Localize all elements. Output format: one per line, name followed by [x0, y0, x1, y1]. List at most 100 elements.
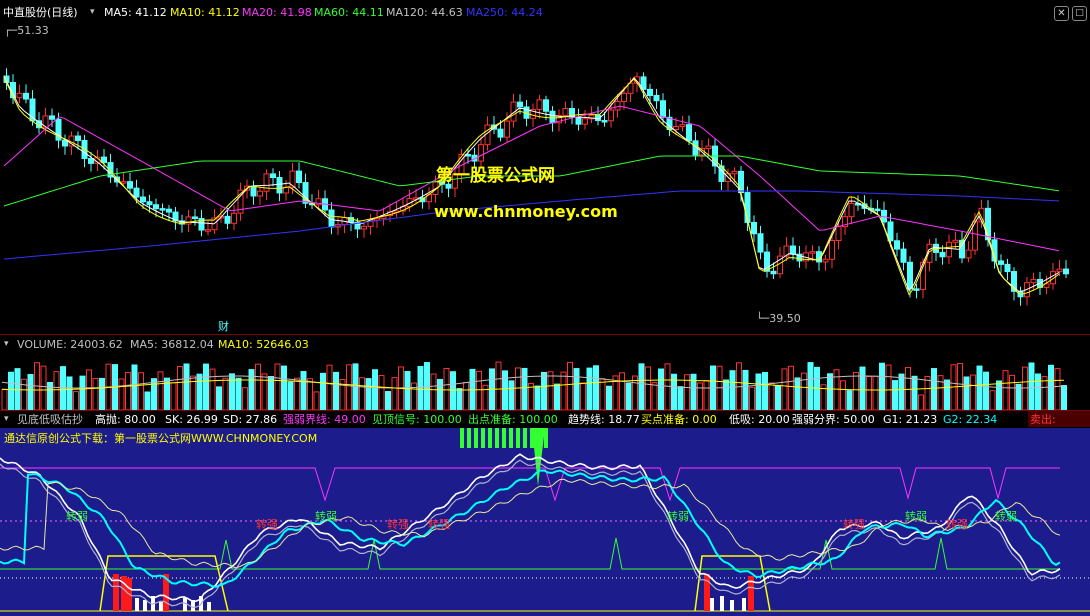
- indicator-param-top-signal: 见顶信号: 100.00: [372, 413, 462, 426]
- volume-bar: [313, 391, 320, 410]
- sell-badge: 卖出: 78.00: [1028, 411, 1090, 439]
- indicator-name: 见底低吸估抄: [17, 413, 83, 426]
- volume-bar: [677, 386, 684, 410]
- volume-bar: [1022, 366, 1028, 410]
- volume-bar: [177, 365, 183, 410]
- volume-bar: [840, 380, 846, 410]
- dip-bar: [207, 602, 211, 611]
- dip-bar: [143, 600, 147, 611]
- volume-bar: [625, 382, 632, 410]
- candle-body: [965, 249, 972, 259]
- volume-bar: [53, 371, 60, 410]
- volume-bar: [859, 366, 866, 410]
- volume-bar: [963, 376, 970, 410]
- candle-body: [257, 190, 263, 197]
- top-signal-bar: [474, 428, 478, 448]
- volume-bar: [593, 365, 599, 410]
- volume-ma5-label: MA5: 36812.04: [130, 338, 214, 351]
- volume-bar: [619, 372, 625, 410]
- volume-bar: [996, 380, 1002, 410]
- candle-body: [192, 216, 198, 220]
- volume-bar: [794, 377, 801, 410]
- volume-bar: [853, 371, 859, 410]
- indicator-param-strength-line: 强弱界线: 49.00: [283, 413, 366, 426]
- volume-bar: [638, 363, 645, 410]
- volume-bar: [8, 371, 14, 410]
- top-signal-bar: [467, 428, 471, 448]
- volume-bar: [274, 363, 281, 410]
- volume-bar: [989, 390, 996, 410]
- candle-body: [536, 99, 543, 111]
- volume-bar: [547, 371, 554, 410]
- volume-bar: [664, 363, 671, 410]
- signal-weak-label: 转弱: [995, 510, 1017, 523]
- volume-bar: [417, 365, 424, 410]
- candle-body: [679, 124, 686, 128]
- volume-bar: [255, 363, 261, 410]
- candle-body: [75, 135, 81, 141]
- volume-bar: [573, 368, 580, 410]
- candle-body: [686, 124, 692, 142]
- candle-body: [621, 92, 627, 102]
- candle-body: [848, 203, 855, 218]
- volume-bar: [768, 382, 775, 410]
- watermark-url: www.chnmoney.com: [434, 202, 618, 221]
- candle-body: [88, 158, 94, 164]
- volume-bar: [651, 382, 658, 410]
- volume-bar: [242, 387, 248, 410]
- chevron-down-icon[interactable]: ▾: [4, 413, 9, 426]
- volume-bar: [723, 379, 729, 410]
- top-signal-bar: [509, 428, 513, 448]
- volume-bar: [60, 366, 66, 410]
- volume-bar: [606, 385, 612, 410]
- volume-bar: [21, 378, 27, 410]
- candle-body: [296, 170, 302, 184]
- volume-bar: [944, 379, 950, 410]
- volume-bar: [307, 378, 313, 410]
- indicator-param-g1: G1: 21.23: [883, 413, 938, 426]
- volume-bar: [892, 380, 898, 410]
- candle-body: [809, 251, 816, 254]
- volume-bar: [216, 386, 222, 410]
- candle-body: [835, 226, 842, 242]
- volume-bar: [300, 371, 307, 410]
- top-signal-bar: [481, 428, 485, 448]
- volume-bar: [1054, 368, 1061, 410]
- candle-body: [562, 108, 569, 116]
- top-signal-bar: [516, 428, 520, 448]
- volume-bar: [918, 394, 924, 410]
- candle-body: [653, 94, 660, 102]
- candle-body: [205, 229, 211, 232]
- indicator-source-text: 通达信原创公式下载：第一股票公式网WWW.CHNMONEY.COM: [4, 432, 318, 445]
- volume-bar: [170, 382, 177, 410]
- volume-bar: [515, 367, 521, 410]
- volume-bar: [391, 377, 398, 410]
- volume-bar: [983, 371, 989, 410]
- volume-bar: [359, 377, 365, 410]
- volume-bar: [911, 375, 918, 410]
- volume-bar: [450, 371, 456, 410]
- volume-bar: [157, 371, 164, 410]
- volume-bar: [287, 381, 294, 410]
- candle-body: [276, 177, 283, 194]
- volume-bar: [976, 365, 983, 410]
- volume-bar: [541, 371, 547, 410]
- candle-body: [1004, 263, 1011, 273]
- volume-bar: [846, 390, 853, 410]
- indicator-param-buy-ready: 买点准备: 0.00: [641, 413, 717, 426]
- volume-chart: [1, 361, 1067, 410]
- candle-body: [757, 233, 764, 253]
- chevron-down-icon[interactable]: ▾: [4, 338, 9, 351]
- candle-body: [185, 216, 192, 225]
- volume-bar: [580, 382, 586, 410]
- volume-bar: [1061, 385, 1067, 410]
- candle-body: [913, 288, 920, 291]
- volume-bar: [437, 378, 443, 410]
- candle-body: [153, 204, 159, 210]
- volume-bar: [346, 364, 352, 410]
- top-signal-bar: [460, 428, 464, 448]
- volume-bar: [320, 372, 326, 410]
- candle-body: [497, 128, 504, 138]
- indicator-param-exit-ready: 出点准备: 100.00: [468, 413, 558, 426]
- volume-bar: [40, 365, 47, 410]
